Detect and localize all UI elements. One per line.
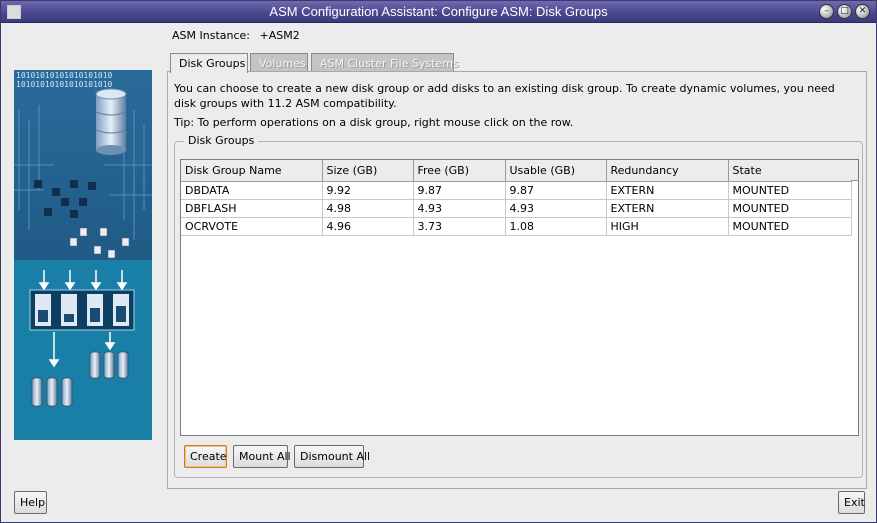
cell-free: 9.87 <box>412 180 506 200</box>
cell-usable: 1.08 <box>504 216 607 236</box>
disk-groups-legend: Disk Groups <box>184 134 259 147</box>
cell-name: DBFLASH <box>181 198 323 218</box>
disk-storage-illustration: 10101010101010101010 1010101010101010101… <box>14 70 152 440</box>
cell-name: OCRVOTE <box>181 216 323 236</box>
cell-state: MOUNTED <box>727 180 852 200</box>
cell-state: MOUNTED <box>727 198 852 218</box>
table-header-row: Disk Group Name Size (GB) Free (GB) Usab… <box>181 160 852 182</box>
database-icon <box>95 88 127 155</box>
help-button[interactable]: Help <box>14 491 47 514</box>
cell-redundancy: EXTERN <box>605 180 729 200</box>
exit-button[interactable]: Exit <box>838 491 865 514</box>
asm-instance-label: ASM Instance: <box>172 29 250 42</box>
column-header-usable[interactable]: Usable (GB) <box>504 160 607 182</box>
asmca-window: ASM Configuration Assistant: Configure A… <box>0 0 877 523</box>
cell-name: DBDATA <box>181 180 323 200</box>
column-header-name[interactable]: Disk Group Name <box>181 160 323 182</box>
column-header-free[interactable]: Free (GB) <box>412 160 506 182</box>
column-header-size[interactable]: Size (GB) <box>321 160 414 182</box>
cell-size: 9.92 <box>321 180 414 200</box>
tip-text: Tip: To perform operations on a disk gro… <box>174 116 574 129</box>
cell-redundancy: EXTERN <box>605 198 729 218</box>
close-icon[interactable]: ✕ <box>855 4 870 19</box>
disk-array-icon <box>29 289 135 331</box>
asm-instance: ASM Instance: +ASM2 <box>172 29 300 42</box>
cell-free: 4.93 <box>412 198 506 218</box>
cell-redundancy: HIGH <box>605 216 729 236</box>
mount-all-button[interactable]: Mount All <box>233 445 291 468</box>
minimize-icon[interactable]: – <box>819 4 834 19</box>
window-title: ASM Configuration Assistant: Configure A… <box>269 4 608 19</box>
asm-illustration: 10101010101010101010 1010101010101010101… <box>14 70 152 440</box>
tab-asm-cluster-file-systems[interactable]: ASM Cluster File Systems <box>311 53 459 72</box>
table-row[interactable]: DBFLASH 4.98 4.93 4.93 EXTERN MOUNTED <box>181 198 852 218</box>
cell-free: 3.73 <box>412 216 506 236</box>
title-bar: ASM Configuration Assistant: Configure A… <box>1 1 876 23</box>
asm-instance-value: +ASM2 <box>259 29 300 42</box>
description-text: You can choose to create a new disk grou… <box>174 82 835 110</box>
create-button[interactable]: Create <box>184 445 227 468</box>
cell-state: MOUNTED <box>727 216 852 236</box>
cell-usable: 4.93 <box>504 198 607 218</box>
header-filler <box>851 160 858 181</box>
dismount-all-button[interactable]: Dismount All <box>294 445 370 468</box>
binary-text-2: 10101010101010101010 <box>16 80 113 89</box>
column-header-redundancy[interactable]: Redundancy <box>605 160 729 182</box>
column-header-state[interactable]: State <box>727 160 852 182</box>
cell-size: 4.96 <box>321 216 414 236</box>
binary-text: 10101010101010101010 <box>16 71 113 80</box>
disk-groups-table[interactable]: Disk Group Name Size (GB) Free (GB) Usab… <box>180 159 859 436</box>
cell-size: 4.98 <box>321 198 414 218</box>
table-row[interactable]: OCRVOTE 4.96 3.73 1.08 HIGH MOUNTED <box>181 216 852 236</box>
tab-disk-groups[interactable]: Disk Groups <box>170 53 248 73</box>
table-row[interactable]: DBDATA 9.92 9.87 9.87 EXTERN MOUNTED <box>181 180 852 200</box>
tab-volumes[interactable]: Volumes <box>250 53 308 72</box>
maximize-icon[interactable]: □ <box>837 4 852 19</box>
cell-usable: 9.87 <box>504 180 607 200</box>
